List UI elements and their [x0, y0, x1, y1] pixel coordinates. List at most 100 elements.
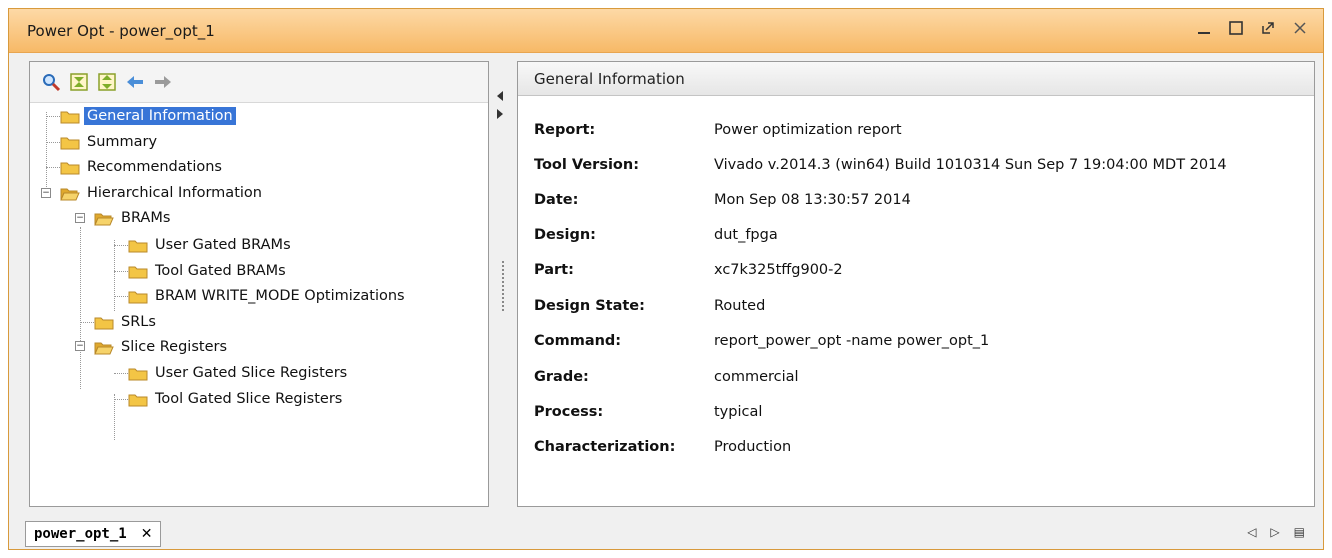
info-row: Report: Power optimization report — [534, 118, 902, 142]
info-key: Date: — [534, 192, 579, 208]
folder-icon — [94, 317, 114, 329]
folder-icon — [60, 162, 80, 174]
tab-list-icon[interactable]: ▤ — [1294, 525, 1305, 539]
tree-guide-line — [46, 112, 47, 189]
info-value: Production — [714, 439, 792, 455]
tab-nav: ◁ ▷ ▤ — [1247, 525, 1305, 539]
info-row: Grade: commercial — [534, 365, 799, 389]
tree-item-label: User Gated Slice Registers — [155, 365, 348, 381]
info-value: Routed — [714, 298, 766, 314]
collapse-right-arrow-icon[interactable] — [497, 109, 503, 119]
tree-guide-line — [114, 245, 128, 246]
open-folder-icon — [94, 213, 114, 225]
tree-item-general-information[interactable]: General Information — [60, 105, 236, 127]
maximize-icon[interactable] — [1227, 19, 1245, 37]
back-arrow-icon[interactable] — [124, 71, 146, 93]
folder-icon — [128, 368, 148, 380]
restore-icon[interactable] — [1259, 19, 1277, 37]
window-controls — [1195, 19, 1309, 37]
collapse-toggle[interactable]: − — [41, 188, 51, 198]
info-key: Design State: — [534, 298, 645, 314]
tree-item-label: General Information — [84, 107, 236, 125]
tab-right-arrow-icon[interactable]: ▷ — [1270, 525, 1279, 539]
window-titlebar: Power Opt - power_opt_1 — [9, 9, 1323, 53]
collapse-all-icon[interactable] — [68, 71, 90, 93]
tree-item-user-gated-slice-registers[interactable]: User Gated Slice Registers — [128, 362, 350, 384]
tree-item-label: Tool Gated Slice Registers — [155, 391, 343, 407]
splitter-grip-icon[interactable] — [502, 261, 504, 311]
tree-item-tool-gated-brams[interactable]: Tool Gated BRAMs — [128, 260, 289, 282]
tree-guide-line — [114, 296, 128, 297]
content-area: − − − General Information Summary Recomm… — [19, 61, 1315, 511]
open-folder-icon — [60, 188, 80, 200]
folder-icon — [128, 291, 148, 303]
tree-item-hierarchical-information[interactable]: Hierarchical Information — [60, 182, 265, 204]
info-row: Command: report_power_opt -name power_op… — [534, 329, 989, 353]
bottom-tab-bar: power_opt_1 ✕ ◁ ▷ ▤ — [25, 521, 1319, 551]
info-key: Command: — [534, 333, 622, 349]
info-value: xc7k325tffg900-2 — [714, 262, 843, 278]
panel-splitter[interactable] — [493, 61, 513, 507]
tree-item-srls[interactable]: SRLs — [94, 311, 159, 333]
tree-guide-line — [114, 394, 115, 440]
folder-icon — [60, 111, 80, 123]
tree-guide-line — [114, 271, 128, 272]
info-row: Design: dut_fpga — [534, 223, 778, 247]
tree-item-label: Hierarchical Information — [87, 185, 262, 201]
tree-toolbar — [30, 62, 488, 103]
info-value: typical — [714, 404, 763, 420]
info-value: dut_fpga — [714, 227, 778, 243]
close-icon[interactable] — [1291, 19, 1309, 37]
tree-item-brams[interactable]: BRAMs — [94, 207, 173, 229]
info-key: Report: — [534, 122, 596, 138]
tree-item-recommendations[interactable]: Recommendations — [60, 156, 225, 178]
info-key: Characterization: — [534, 439, 676, 455]
info-row: Date: Mon Sep 08 13:30:57 2014 — [534, 188, 911, 212]
tree-guide-line — [46, 116, 60, 117]
tree-guide-line — [114, 399, 128, 400]
info-key: Process: — [534, 404, 604, 420]
detail-panel: General Information Report: Power optimi… — [517, 61, 1315, 507]
tab-label: power_opt_1 — [34, 526, 127, 542]
open-folder-icon — [94, 342, 114, 354]
tree-item-label: Slice Registers — [121, 339, 228, 355]
close-tab-icon[interactable]: ✕ — [141, 526, 153, 542]
info-key: Grade: — [534, 369, 589, 385]
tree-guide-line — [80, 322, 94, 323]
tree-item-label: Tool Gated BRAMs — [155, 263, 286, 279]
tree-guide-line — [114, 240, 115, 311]
info-value: Power optimization report — [714, 122, 902, 138]
tree-item-label: Recommendations — [87, 159, 222, 175]
tree-panel: − − − General Information Summary Recomm… — [29, 61, 489, 507]
tab-left-arrow-icon[interactable]: ◁ — [1247, 525, 1256, 539]
tab-power-opt-1[interactable]: power_opt_1 ✕ — [25, 521, 162, 547]
collapse-left-arrow-icon[interactable] — [497, 91, 503, 101]
folder-icon — [128, 394, 148, 406]
tree-item-user-gated-brams[interactable]: User Gated BRAMs — [128, 234, 294, 256]
expand-all-icon[interactable] — [96, 71, 118, 93]
info-value: Vivado v.2014.3 (win64) Build 1010314 Su… — [714, 157, 1227, 173]
tree-item-summary[interactable]: Summary — [60, 131, 160, 153]
detail-header: General Information — [518, 62, 1314, 96]
tree-item-tool-gated-slice-registers[interactable]: Tool Gated Slice Registers — [128, 388, 345, 410]
tree-guide-line — [80, 227, 81, 389]
tree-item-slice-registers[interactable]: Slice Registers — [94, 336, 230, 358]
collapse-toggle[interactable]: − — [75, 213, 85, 223]
collapse-toggle[interactable]: − — [75, 341, 85, 351]
info-value: report_power_opt -name power_opt_1 — [714, 333, 990, 349]
search-icon[interactable] — [40, 71, 62, 93]
info-value: commercial — [714, 369, 799, 385]
info-row: Tool Version: Vivado v.2014.3 (win64) Bu… — [534, 153, 1227, 177]
info-row: Design State: Routed — [534, 294, 765, 318]
tree-item-label: BRAM WRITE_MODE Optimizations — [155, 288, 405, 304]
info-value: Mon Sep 08 13:30:57 2014 — [714, 192, 911, 208]
folder-icon — [128, 240, 148, 252]
tree-guide-line — [46, 167, 60, 168]
folder-icon — [128, 266, 148, 278]
forward-arrow-icon[interactable] — [152, 71, 174, 93]
info-row: Process: typical — [534, 400, 762, 424]
tree-item-label: SRLs — [121, 314, 156, 330]
minimize-icon[interactable] — [1195, 19, 1213, 37]
tree-item-bram-write-mode-optimizations[interactable]: BRAM WRITE_MODE Optimizations — [128, 285, 408, 307]
info-key: Part: — [534, 262, 574, 278]
